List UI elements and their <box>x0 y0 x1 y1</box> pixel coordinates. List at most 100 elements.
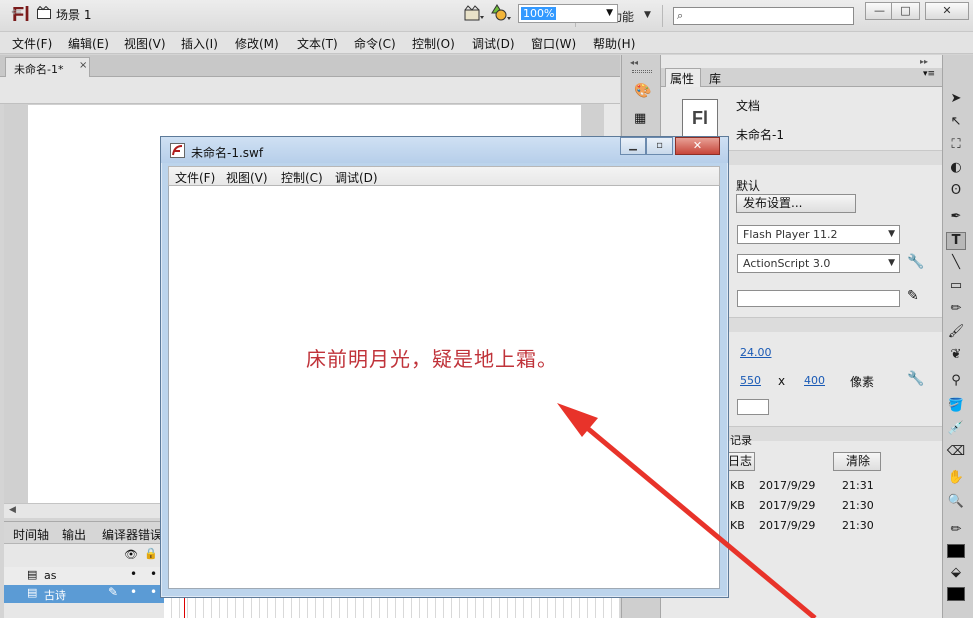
menu-help[interactable]: 帮助(H) <box>593 35 635 52</box>
stroke-color-icon[interactable]: ✏ <box>946 522 966 540</box>
line-tool-icon[interactable]: ╲ <box>946 255 966 273</box>
layer-row-selected[interactable]: ▤ 古诗 ✎ • • <box>4 585 164 603</box>
tab-timeline[interactable]: 时间轴 <box>13 526 49 543</box>
layer-row[interactable]: ▤ as • • <box>4 567 164 585</box>
wrench-icon[interactable]: 🔧 <box>907 254 924 270</box>
scroll-left-icon[interactable]: ◀ <box>9 505 16 515</box>
swf-close-button[interactable]: ✕ <box>675 137 720 155</box>
publish-settings-button[interactable]: 发布设置... <box>736 194 856 213</box>
text-tool-icon[interactable]: T <box>946 232 966 250</box>
player-select[interactable]: Flash Player 11.2 ▼ <box>737 225 900 244</box>
lasso-tool-icon[interactable]: ʘ <box>946 183 966 201</box>
menu-file[interactable]: 文件(F) <box>12 35 52 52</box>
lock-dot[interactable]: • <box>150 585 157 599</box>
swf-minimize-button[interactable]: ▁ <box>620 137 646 155</box>
swf-menu-debug[interactable]: 调试(D) <box>335 169 378 186</box>
swf-menu-file[interactable]: 文件(F) <box>175 169 215 186</box>
swf-menu-view[interactable]: 视图(V) <box>226 169 268 186</box>
lock-dot[interactable]: • <box>150 567 157 581</box>
lock-icon[interactable]: 🔒 <box>144 547 158 560</box>
chevron-down-icon[interactable]: ▼ <box>888 226 895 243</box>
document-tab-label: 未命名-1* <box>14 63 64 76</box>
grip-icon[interactable] <box>632 70 652 73</box>
zoom-tool-icon[interactable]: 🔍 <box>946 494 966 512</box>
zoom-select[interactable]: 100% ▼ <box>518 4 618 23</box>
close-icon[interactable]: × <box>79 60 87 71</box>
edit-scene-icon[interactable] <box>464 5 486 21</box>
clear-button[interactable]: 清除 <box>833 452 881 471</box>
stroke-color-swatch[interactable] <box>947 544 965 558</box>
script-select[interactable]: ActionScript 3.0 ▼ <box>737 254 900 273</box>
tab-output[interactable]: 输出 <box>62 526 86 543</box>
swf-maximize-button[interactable]: ▫ <box>646 137 673 155</box>
swatches-icon[interactable]: ▦ <box>634 111 652 127</box>
menu-commands[interactable]: 命令(C) <box>354 35 396 52</box>
eye-icon[interactable]: 👁 <box>124 548 138 561</box>
search-icon: ⌕ <box>677 9 684 22</box>
collapse-icon[interactable]: ▸▸ <box>920 57 928 66</box>
collapse-icon[interactable]: ◂◂ <box>630 58 638 67</box>
doc-name: 未命名-1 <box>736 128 784 142</box>
layer-name: as <box>44 569 57 582</box>
menu-edit[interactable]: 编辑(E) <box>68 35 109 52</box>
zoom-value: 100% <box>521 7 557 20</box>
document-tab[interactable]: 未命名-1* × <box>5 57 90 77</box>
free-transform-tool-icon[interactable]: ⛶ <box>946 137 966 155</box>
menu-view[interactable]: 视图(V) <box>124 35 166 52</box>
hand-tool-icon[interactable]: ✋ <box>946 470 966 488</box>
fill-color-icon[interactable]: ⬙ <box>946 565 966 583</box>
history-date: 2017/9/29 <box>759 499 816 512</box>
history-time: 21:30 <box>842 519 874 532</box>
stage-height[interactable]: 400 <box>804 374 825 387</box>
back-arrow-icon[interactable]: ⇐ <box>11 5 22 20</box>
player-value: Flash Player 11.2 <box>743 228 838 241</box>
tab-properties[interactable]: 属性 <box>665 68 701 87</box>
tab-library[interactable]: 库 <box>709 70 721 87</box>
menu-insert[interactable]: 插入(I) <box>181 35 218 52</box>
history-size: KB <box>730 499 745 512</box>
swf-menu-control[interactable]: 控制(C) <box>281 169 323 186</box>
fill-color-swatch[interactable] <box>947 587 965 601</box>
pencil-tool-icon[interactable]: ✏ <box>946 301 966 319</box>
chevron-down-icon[interactable]: ▼ <box>644 10 651 20</box>
layer-icon: ▤ <box>27 586 38 599</box>
tab-compiler-errors[interactable]: 编译器错误 <box>102 526 162 543</box>
bone-tool-icon[interactable]: ⚲ <box>946 373 966 391</box>
fps-value[interactable]: 24.00 <box>740 346 772 359</box>
color-palette-icon[interactable]: 🎨 <box>634 83 652 99</box>
edit-symbol-icon[interactable] <box>491 4 513 22</box>
paint-bucket-tool-icon[interactable]: 🪣 <box>946 398 966 416</box>
brush-tool-icon[interactable]: 🖌 <box>946 324 966 342</box>
wrench-icon[interactable]: 🔧 <box>907 371 924 387</box>
3d-rotation-tool-icon[interactable]: ◐ <box>946 160 966 178</box>
eraser-tool-icon[interactable]: ⌫ <box>946 444 966 462</box>
rectangle-tool-icon[interactable]: ▭ <box>946 278 966 296</box>
menu-debug[interactable]: 调试(D) <box>472 35 515 52</box>
pen-tool-icon[interactable]: ✒ <box>946 209 966 227</box>
menu-control[interactable]: 控制(O) <box>412 35 455 52</box>
document-class-input[interactable] <box>737 290 900 307</box>
history-size: KB <box>730 479 745 492</box>
maximize-button[interactable]: □ <box>891 2 920 20</box>
eyedropper-tool-icon[interactable]: 💉 <box>946 421 966 439</box>
menu-text[interactable]: 文本(T) <box>297 35 338 52</box>
chevron-down-icon[interactable]: ▼ <box>606 8 613 18</box>
chevron-down-icon[interactable]: ▼ <box>888 255 895 272</box>
help-search-input[interactable]: ⌕ <box>673 7 854 25</box>
menu-modify[interactable]: 修改(M) <box>235 35 279 52</box>
menu-window[interactable]: 窗口(W) <box>531 35 576 52</box>
visibility-dot[interactable]: • <box>130 585 137 599</box>
document-tab-bar: 未命名-1* × <box>0 55 620 77</box>
pencil-icon[interactable]: ✎ <box>907 288 919 304</box>
panel-menu-icon[interactable]: ▾≡ <box>923 69 935 79</box>
playhead[interactable] <box>184 598 185 618</box>
minimize-button[interactable]: — <box>865 2 894 20</box>
stage-width[interactable]: 550 <box>740 374 761 387</box>
stage-color-swatch[interactable] <box>737 399 769 415</box>
visibility-dot[interactable]: • <box>130 567 137 581</box>
close-button[interactable]: ✕ <box>925 2 969 20</box>
subselection-tool-icon[interactable]: ↖ <box>946 114 966 132</box>
deco-tool-icon[interactable]: ❦ <box>946 347 966 365</box>
selection-tool-icon[interactable]: ➤ <box>946 91 966 109</box>
poem-text: 床前明月光，疑是地上霜。 <box>306 347 558 371</box>
